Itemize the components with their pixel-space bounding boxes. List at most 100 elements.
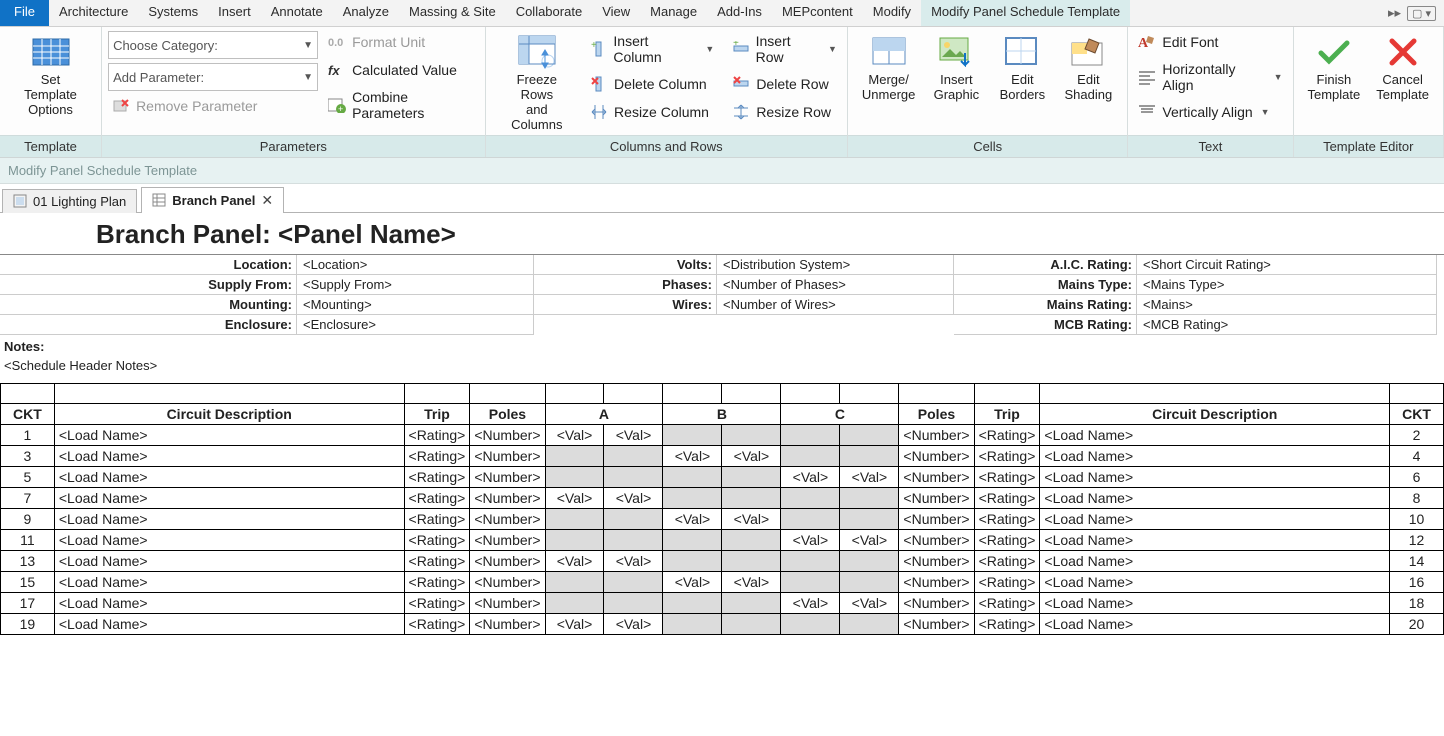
- cell[interactable]: <Rating>: [974, 424, 1040, 445]
- cell[interactable]: <Load Name>: [1040, 613, 1390, 634]
- cell[interactable]: [840, 445, 899, 466]
- edit-borders-button[interactable]: EditBorders: [989, 31, 1055, 103]
- cell[interactable]: [722, 424, 781, 445]
- choose-category-combo[interactable]: Choose Category: ▼: [108, 31, 318, 59]
- cell[interactable]: [604, 466, 663, 487]
- cell[interactable]: <Val>: [604, 613, 663, 634]
- delete-row-button[interactable]: Delete Row: [728, 73, 841, 95]
- mcb-value[interactable]: <MCB Rating>: [1137, 315, 1437, 335]
- cell[interactable]: [781, 550, 840, 571]
- cell[interactable]: 13: [1, 550, 55, 571]
- menu-view[interactable]: View: [592, 0, 640, 26]
- cell[interactable]: <Rating>: [404, 508, 470, 529]
- cell[interactable]: [722, 613, 781, 634]
- circuit-row[interactable]: 13<Load Name><Rating><Number><Val><Val><…: [1, 550, 1444, 571]
- cell[interactable]: <Load Name>: [1040, 424, 1390, 445]
- cell[interactable]: <Number>: [899, 466, 974, 487]
- cell[interactable]: <Rating>: [974, 613, 1040, 634]
- mrating-value[interactable]: <Mains>: [1137, 295, 1437, 315]
- cell[interactable]: <Rating>: [404, 424, 470, 445]
- cell[interactable]: <Number>: [470, 613, 545, 634]
- cell[interactable]: <Load Name>: [1040, 508, 1390, 529]
- menu-massing-site[interactable]: Massing & Site: [399, 0, 506, 26]
- cell[interactable]: <Val>: [663, 445, 722, 466]
- cell[interactable]: [722, 592, 781, 613]
- cell[interactable]: <Load Name>: [1040, 571, 1390, 592]
- cell[interactable]: 14: [1390, 550, 1444, 571]
- cell[interactable]: <Val>: [545, 613, 604, 634]
- circuit-row[interactable]: 5<Load Name><Rating><Number><Val><Val><N…: [1, 466, 1444, 487]
- cell[interactable]: 2: [1390, 424, 1444, 445]
- set-template-options-button[interactable]: Set TemplateOptions: [6, 31, 95, 118]
- cell[interactable]: [604, 508, 663, 529]
- circuit-row[interactable]: 17<Load Name><Rating><Number><Val><Val><…: [1, 592, 1444, 613]
- resize-row-button[interactable]: Resize Row: [728, 101, 841, 123]
- cell[interactable]: [722, 466, 781, 487]
- tab-lighting-plan[interactable]: 01 Lighting Plan: [2, 189, 137, 213]
- cell[interactable]: 11: [1, 529, 55, 550]
- cell[interactable]: 17: [1, 592, 55, 613]
- panel-title[interactable]: Branch Panel: <Panel Name>: [0, 213, 1444, 255]
- cell[interactable]: 9: [1, 508, 55, 529]
- cell[interactable]: <Load Name>: [1040, 592, 1390, 613]
- menu-mepcontent[interactable]: MEPcontent: [772, 0, 863, 26]
- cell[interactable]: <Number>: [470, 550, 545, 571]
- cell[interactable]: <Val>: [781, 529, 840, 550]
- close-tab-icon[interactable]: ✕: [261, 192, 273, 209]
- cell[interactable]: <Number>: [470, 466, 545, 487]
- cell[interactable]: [545, 466, 604, 487]
- cell[interactable]: <Val>: [663, 508, 722, 529]
- cell[interactable]: <Load Name>: [54, 571, 404, 592]
- cell[interactable]: [663, 487, 722, 508]
- cell[interactable]: [840, 508, 899, 529]
- cell[interactable]: 8: [1390, 487, 1444, 508]
- cell[interactable]: <Rating>: [974, 550, 1040, 571]
- cell[interactable]: <Val>: [545, 550, 604, 571]
- menu-modify[interactable]: Modify: [863, 0, 921, 26]
- cell[interactable]: <Rating>: [974, 487, 1040, 508]
- resize-column-button[interactable]: Resize Column: [586, 101, 718, 123]
- cell[interactable]: <Load Name>: [1040, 445, 1390, 466]
- v-align-button[interactable]: Vertically Align ▼: [1134, 101, 1286, 123]
- cell[interactable]: <Number>: [899, 571, 974, 592]
- cell[interactable]: [781, 571, 840, 592]
- cell[interactable]: [781, 445, 840, 466]
- cell[interactable]: [840, 487, 899, 508]
- cell[interactable]: <Load Name>: [54, 445, 404, 466]
- cell[interactable]: [604, 571, 663, 592]
- merge-unmerge-button[interactable]: Merge/Unmerge: [854, 31, 923, 103]
- cell[interactable]: <Rating>: [404, 592, 470, 613]
- menu-addins[interactable]: Add-Ins: [707, 0, 772, 26]
- cell[interactable]: [840, 613, 899, 634]
- cell[interactable]: [545, 592, 604, 613]
- cell[interactable]: <Rating>: [974, 445, 1040, 466]
- cell[interactable]: 3: [1, 445, 55, 466]
- cell[interactable]: <Number>: [899, 508, 974, 529]
- cell[interactable]: <Load Name>: [54, 592, 404, 613]
- cell[interactable]: <Rating>: [404, 466, 470, 487]
- cell[interactable]: <Rating>: [974, 508, 1040, 529]
- header-row[interactable]: CKT Circuit Description Trip Poles A B C…: [1, 403, 1444, 424]
- cell[interactable]: <Rating>: [404, 613, 470, 634]
- cell[interactable]: <Number>: [470, 445, 545, 466]
- volts-value[interactable]: <Distribution System>: [717, 255, 954, 275]
- encl-value[interactable]: <Enclosure>: [297, 315, 534, 335]
- cell[interactable]: <Rating>: [974, 466, 1040, 487]
- notes-value[interactable]: <Schedule Header Notes>: [0, 356, 1444, 383]
- menu-analyze[interactable]: Analyze: [333, 0, 399, 26]
- menu-annotate[interactable]: Annotate: [261, 0, 333, 26]
- h-align-button[interactable]: Horizontally Align ▼: [1134, 59, 1286, 95]
- wires-value[interactable]: <Number of Wires>: [717, 295, 954, 315]
- cell[interactable]: [663, 613, 722, 634]
- cell[interactable]: <Rating>: [404, 487, 470, 508]
- cell[interactable]: <Val>: [545, 424, 604, 445]
- cell[interactable]: [781, 424, 840, 445]
- cell[interactable]: [781, 508, 840, 529]
- menu-systems[interactable]: Systems: [138, 0, 208, 26]
- cell[interactable]: 4: [1390, 445, 1444, 466]
- cell[interactable]: <Rating>: [404, 445, 470, 466]
- cell[interactable]: <Val>: [722, 571, 781, 592]
- cell[interactable]: <Number>: [899, 487, 974, 508]
- mtype-value[interactable]: <Mains Type>: [1137, 275, 1437, 295]
- cell[interactable]: <Val>: [840, 529, 899, 550]
